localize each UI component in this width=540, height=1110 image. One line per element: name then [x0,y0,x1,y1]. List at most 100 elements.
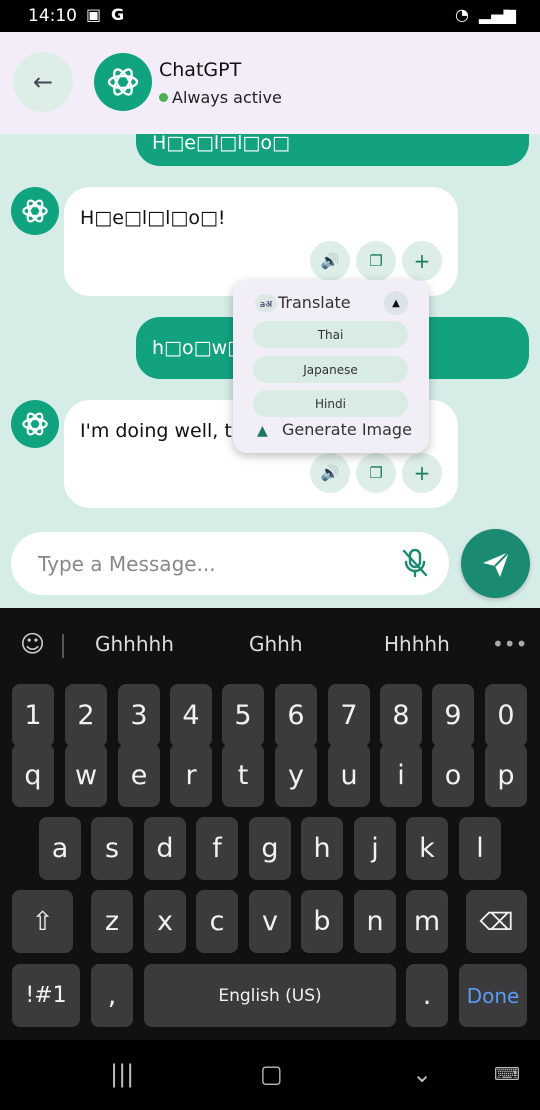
language-option-hindi[interactable]: Hindi [253,390,408,417]
key-n[interactable]: n [354,890,396,953]
emoji-icon[interactable]: ☺ [20,630,45,658]
divider [62,634,64,658]
chat-status: Always active [159,88,282,107]
key-c[interactable]: c [196,890,238,953]
battery-icon: ▮ [502,5,511,24]
key-0[interactable]: 0 [485,684,527,747]
message-text: H□e□l□l□o□! [80,207,226,229]
key-1[interactable]: 1 [12,684,54,747]
key-4[interactable]: 4 [170,684,212,747]
key-s[interactable]: s [91,817,133,880]
key-g[interactable]: g [249,817,291,880]
key-h[interactable]: h [301,817,343,880]
key-b[interactable]: b [301,890,343,953]
key-f[interactable]: f [196,817,238,880]
copy-icon: ❐ [369,252,383,270]
chevron-up-icon: ▲ [392,297,400,309]
translate-menu-item[interactable]: Translate [278,293,351,312]
key-8[interactable]: 8 [380,684,422,747]
key-d[interactable]: d [144,817,186,880]
bot-avatar [11,400,59,448]
openai-logo-icon [22,412,48,436]
wifi-icon: ◔ [455,5,469,24]
key-o[interactable]: o [432,744,474,807]
status-bar: 14:10 ▣ G ◔ ▂▄▆ ▮ [0,0,540,32]
message-input[interactable]: Type a Message... [11,532,449,595]
message-text: I'm doing well, t [80,420,232,442]
key-t[interactable]: t [222,744,264,807]
message-text: H□e□l□l□o□ [152,132,290,154]
key-l[interactable]: l [459,817,501,880]
key-7[interactable]: 7 [328,684,370,747]
home-icon[interactable]: ▢ [260,1060,283,1088]
status-time: 14:10 [28,6,77,26]
suggestion-3[interactable]: Hhhhh [384,632,450,656]
space-key[interactable]: English (US) [144,964,396,1027]
speaker-icon: 🔊 [320,464,340,482]
key-a[interactable]: a [39,817,81,880]
period-key[interactable]: . [406,964,448,1027]
chat-area: ← ChatGPT Always active H□e□l□l□o□ H□e□l… [0,32,540,608]
collapse-translate-button[interactable]: ▲ [384,291,408,315]
recents-icon[interactable]: ||| [110,1060,134,1088]
online-dot [159,93,168,102]
key-5[interactable]: 5 [222,684,264,747]
key-9[interactable]: 9 [432,684,474,747]
key-p[interactable]: p [485,744,527,807]
key-q[interactable]: q [12,744,54,807]
send-button[interactable] [461,529,530,598]
key-w[interactable]: w [65,744,107,807]
language-option-japanese[interactable]: Japanese [253,356,408,383]
key-k[interactable]: k [406,817,448,880]
back-button[interactable]: ← [13,52,73,112]
key-6[interactable]: 6 [275,684,317,747]
comma-key[interactable]: , [91,964,133,1027]
backspace-icon: ⌫ [479,907,514,936]
shift-key[interactable]: ⇧ [12,890,73,953]
key-v[interactable]: v [249,890,291,953]
key-i[interactable]: i [380,744,422,807]
chat-header: ← ChatGPT Always active [0,32,540,134]
suggestion-2[interactable]: Ghhh [249,632,303,656]
shift-icon: ⇧ [31,906,54,937]
message-input-placeholder: Type a Message... [38,552,216,576]
key-j[interactable]: j [354,817,396,880]
more-actions-button[interactable]: + [402,241,442,281]
key-x[interactable]: x [144,890,186,953]
chat-title: ChatGPT [159,59,242,81]
key-2[interactable]: 2 [65,684,107,747]
mic-off-icon[interactable] [400,547,430,579]
key-z[interactable]: z [91,890,133,953]
key-m[interactable]: m [406,890,448,953]
copy-button[interactable]: ❐ [356,453,396,493]
key-r[interactable]: r [170,744,212,807]
translate-icon: aअ [255,294,277,312]
gallery-icon: ▣ [86,5,102,24]
done-key[interactable]: Done [459,964,527,1027]
language-option-thai[interactable]: Thai [253,321,408,348]
more-icon[interactable]: ••• [492,632,527,656]
chat-avatar [94,53,152,111]
speak-button[interactable]: 🔊 [310,453,350,493]
actions-popup: aअ Translate ▲ Thai Japanese Hindi ▲ Gen… [233,280,429,453]
keyboard-icon[interactable]: ⌨ [494,1064,520,1085]
bot-avatar [11,187,59,235]
back-nav-icon[interactable]: ⌄ [412,1060,432,1088]
more-actions-button[interactable]: + [402,453,442,493]
openai-logo-icon [107,68,139,96]
speak-button[interactable]: 🔊 [310,241,350,281]
back-arrow-icon: ← [32,68,54,96]
suggestion-1[interactable]: Ghhhhh [95,632,174,656]
generate-image-menu-item[interactable]: Generate Image [282,420,412,439]
key-e[interactable]: e [118,744,160,807]
copy-button[interactable]: ❐ [356,241,396,281]
backspace-key[interactable]: ⌫ [466,890,527,953]
speaker-icon: 🔊 [320,252,340,270]
key-3[interactable]: 3 [118,684,160,747]
key-y[interactable]: y [275,744,317,807]
key-u[interactable]: u [328,744,370,807]
keyboard: ☺ Ghhhhh Ghhh Hhhhh ••• 1 2 3 4 5 6 7 8 … [0,608,540,1040]
send-icon [482,550,510,577]
copy-icon: ❐ [369,464,383,482]
symbols-key[interactable]: !#1 [12,964,80,1027]
